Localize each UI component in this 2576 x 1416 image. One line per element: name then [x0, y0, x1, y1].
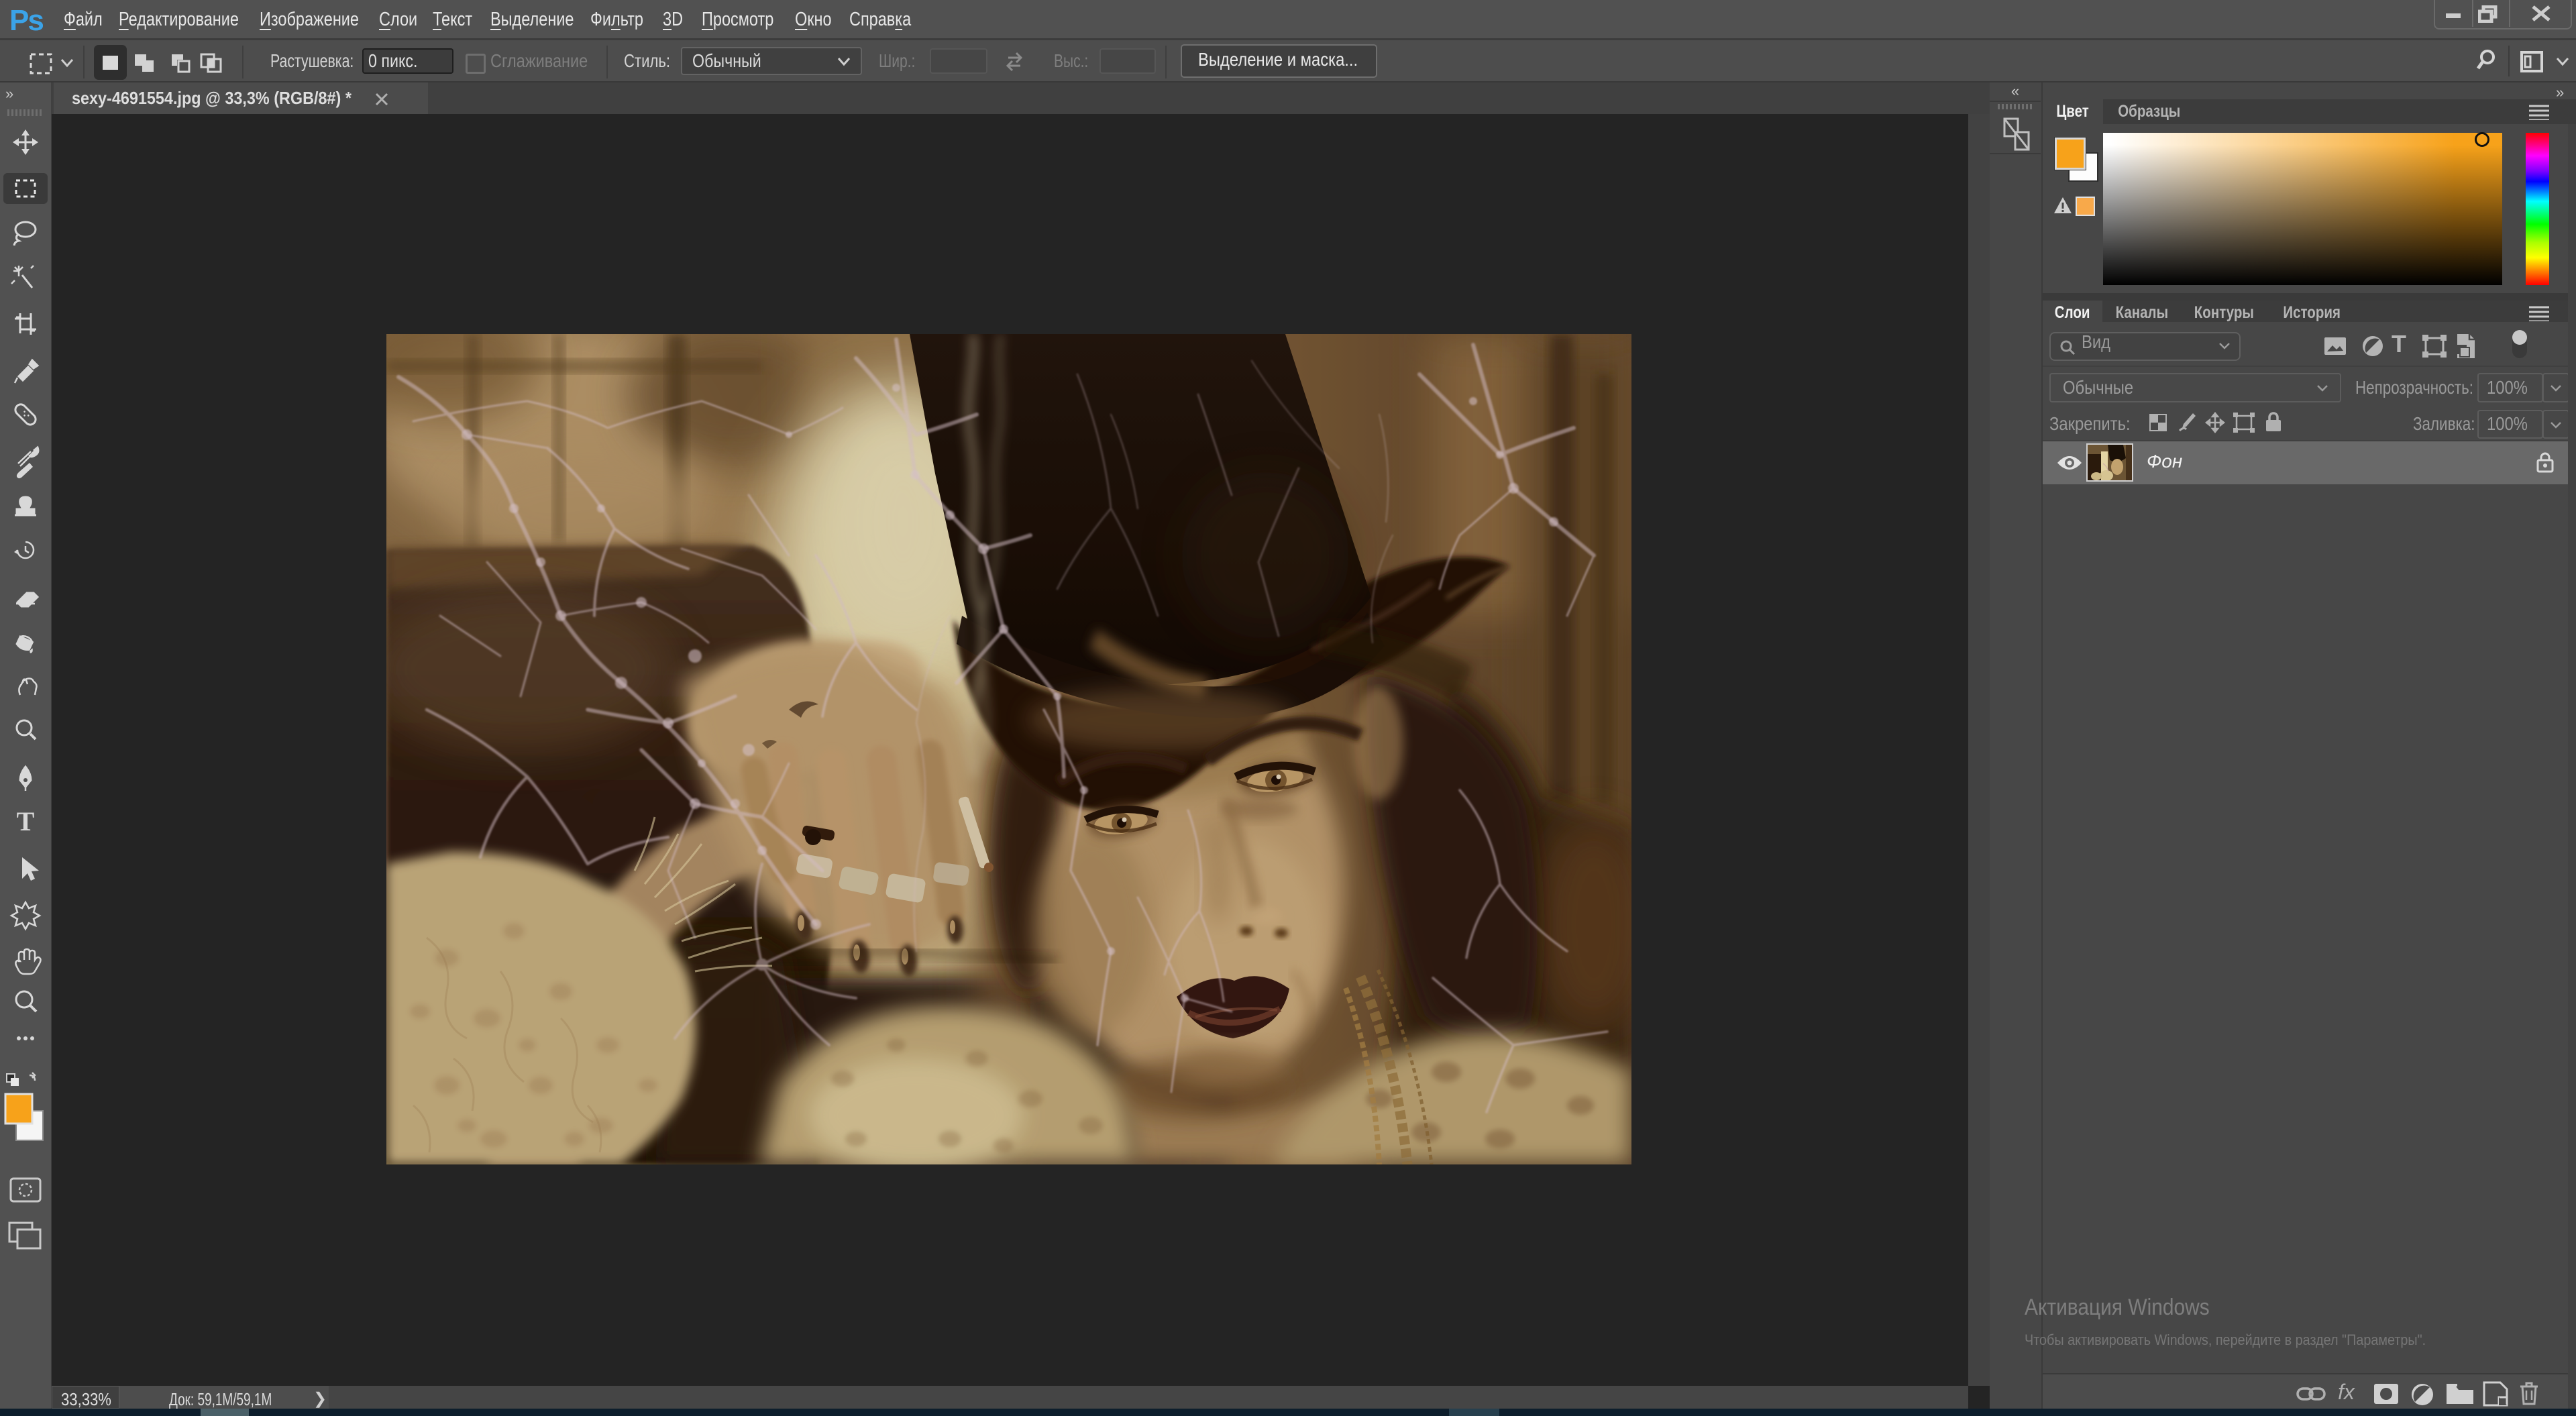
svg-text:T: T — [17, 806, 35, 836]
